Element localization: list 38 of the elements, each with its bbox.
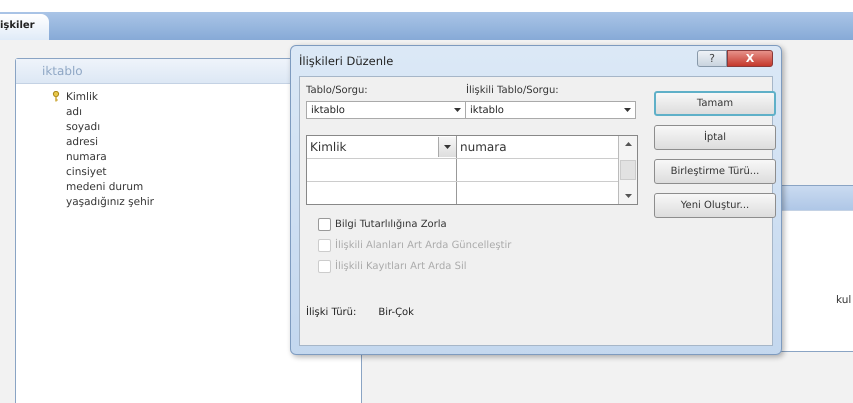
help-button[interactable]: ?: [697, 50, 727, 67]
scrollbar[interactable]: [618, 136, 637, 204]
field-name[interactable]: numara: [66, 151, 107, 163]
document-tab[interactable]: işkiler: [0, 14, 49, 40]
field-name[interactable]: cinsiyet: [66, 166, 107, 178]
field-name[interactable]: medeni durum: [66, 181, 144, 193]
field-name[interactable]: soyadı: [66, 121, 100, 133]
field-name[interactable]: yaşadığınız şehir: [66, 196, 154, 208]
field-name[interactable]: Kimlik: [66, 91, 98, 103]
checkbox-label: İlişkili Alanları Art Arda Güncelleştir: [335, 240, 512, 250]
dropdown-button[interactable]: [438, 137, 456, 157]
table-cell[interactable]: numara: [460, 140, 507, 154]
close-button[interactable]: X: [727, 50, 773, 67]
field-label: İlişkili Tablo/Sorgu:: [466, 85, 560, 98]
caret-icon: [444, 145, 451, 149]
caret-icon: [454, 108, 461, 112]
scroll-thumb[interactable]: [620, 160, 636, 180]
field-name[interactable]: adı: [66, 106, 82, 118]
field-label: Tablo/Sorgu:: [306, 85, 369, 98]
table-dropdown[interactable]: iktablo: [306, 101, 466, 119]
scroll-up-icon[interactable]: [624, 142, 632, 146]
dialog-button[interactable]: İptal: [654, 125, 776, 150]
dialog-button[interactable]: Birleştirme Türü...: [654, 159, 776, 184]
checkbox[interactable]: [318, 218, 331, 230]
checkbox-label: Bilgi Tutarlılığına Zorla: [335, 218, 447, 230]
checkbox-label: İlişkili Kayıtları Art Arda Sil: [335, 260, 467, 272]
field-name[interactable]: kul: [836, 294, 852, 306]
table-dropdown[interactable]: iktablo: [466, 101, 636, 119]
dialog-button[interactable]: Tamam: [654, 91, 776, 116]
relation-type: Bir-Çok: [378, 307, 414, 318]
field-name[interactable]: adresi: [66, 136, 98, 148]
dialog-title: İlişkileri Düzenle: [299, 54, 394, 68]
dialog-button[interactable]: Yeni Oluştur...: [654, 193, 776, 218]
table-title: iktablo: [42, 64, 83, 78]
field-label: İlişki Türü:: [306, 307, 356, 318]
caret-icon: [624, 108, 631, 112]
table-cell[interactable]: Kimlik: [310, 140, 347, 154]
scroll-down-icon[interactable]: [624, 194, 632, 198]
